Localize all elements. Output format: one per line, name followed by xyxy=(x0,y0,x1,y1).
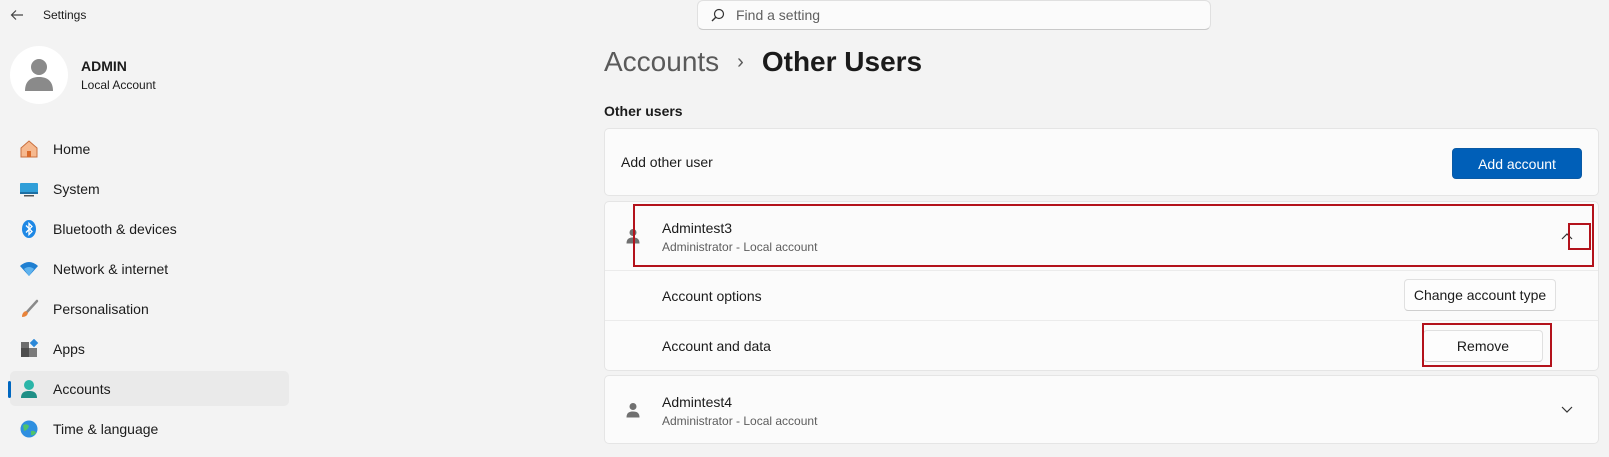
person-icon xyxy=(25,59,53,91)
avatar xyxy=(10,46,68,104)
sidebar-item-personalisation[interactable]: Personalisation xyxy=(10,291,289,326)
expand-button[interactable] xyxy=(1556,399,1578,421)
profile-account-type: Local Account xyxy=(81,78,156,92)
sidebar-item-label: Personalisation xyxy=(53,300,149,317)
user-card-admintest4[interactable]: Admintest4 Administrator - Local account xyxy=(604,375,1599,444)
accounts-icon xyxy=(19,379,39,399)
account-options-label: Account options xyxy=(662,288,762,304)
sidebar-item-apps[interactable]: Apps xyxy=(10,331,289,366)
change-account-type-button[interactable]: Change account type xyxy=(1404,279,1556,311)
user-card-admintest3: Admintest3 Administrator - Local account… xyxy=(604,201,1599,371)
add-user-label: Add other user xyxy=(621,154,713,170)
sidebar-item-bluetooth[interactable]: Bluetooth & devices xyxy=(10,211,289,246)
sidebar-item-label: Bluetooth & devices xyxy=(53,220,177,237)
user-role: Administrator - Local account xyxy=(662,414,818,428)
search-box[interactable] xyxy=(697,0,1211,30)
search-input[interactable] xyxy=(736,7,1210,23)
sidebar-item-label: Network & internet xyxy=(53,260,169,277)
breadcrumb-separator: › xyxy=(737,50,744,73)
sidebar-item-label: Accounts xyxy=(53,380,111,397)
account-options-row: Account options Change account type xyxy=(605,270,1598,321)
sidebar-item-time-language[interactable]: Time & language xyxy=(10,411,289,446)
chevron-down-icon xyxy=(1561,406,1573,413)
person-icon xyxy=(624,400,642,420)
chevron-up-icon xyxy=(1561,233,1573,240)
user-header-admintest4[interactable]: Admintest4 Administrator - Local account xyxy=(605,376,1598,444)
collapse-button[interactable] xyxy=(1556,225,1578,247)
sidebar-nav: Home System Bluetooth & devices Network … xyxy=(8,131,289,451)
account-data-label: Account and data xyxy=(662,338,771,354)
brush-icon xyxy=(19,299,39,319)
sidebar-item-network[interactable]: Network & internet xyxy=(10,251,289,286)
sidebar-item-system[interactable]: System xyxy=(10,171,289,206)
user-name: Admintest3 xyxy=(662,220,733,236)
globe-icon xyxy=(19,419,39,439)
home-icon xyxy=(19,139,39,159)
sidebar-item-label: Time & language xyxy=(53,420,159,437)
profile-name: ADMIN xyxy=(81,58,127,74)
back-arrow-icon xyxy=(10,10,23,20)
app-title: Settings xyxy=(43,8,87,22)
sidebar-item-home[interactable]: Home xyxy=(10,131,289,166)
wifi-icon xyxy=(19,259,39,279)
system-icon xyxy=(19,179,39,199)
sidebar-item-label: Apps xyxy=(53,340,85,357)
user-role: Administrator - Local account xyxy=(662,240,818,254)
remove-button[interactable]: Remove xyxy=(1423,330,1543,362)
search-icon xyxy=(710,7,726,23)
breadcrumb: Accounts › Other Users xyxy=(604,46,922,78)
page-title: Other Users xyxy=(761,46,923,77)
apps-icon xyxy=(19,338,39,359)
sidebar-item-label: System xyxy=(53,180,100,197)
sidebar-item-label: Home xyxy=(53,140,91,157)
add-account-button[interactable]: Add account xyxy=(1452,148,1582,179)
add-user-card: Add other user Add account xyxy=(604,128,1599,196)
sidebar-item-accounts[interactable]: Accounts xyxy=(8,371,289,406)
user-header-admintest3[interactable]: Admintest3 Administrator - Local account xyxy=(605,202,1598,270)
person-icon xyxy=(624,226,642,246)
user-name: Admintest4 xyxy=(662,394,733,410)
user-profile[interactable]: ADMIN Local Account xyxy=(10,46,156,104)
section-title: Other users xyxy=(604,103,683,119)
account-data-row: Account and data Remove xyxy=(605,320,1598,371)
back-button[interactable] xyxy=(6,4,28,26)
breadcrumb-parent[interactable]: Accounts xyxy=(604,46,719,78)
bluetooth-icon xyxy=(19,219,39,239)
